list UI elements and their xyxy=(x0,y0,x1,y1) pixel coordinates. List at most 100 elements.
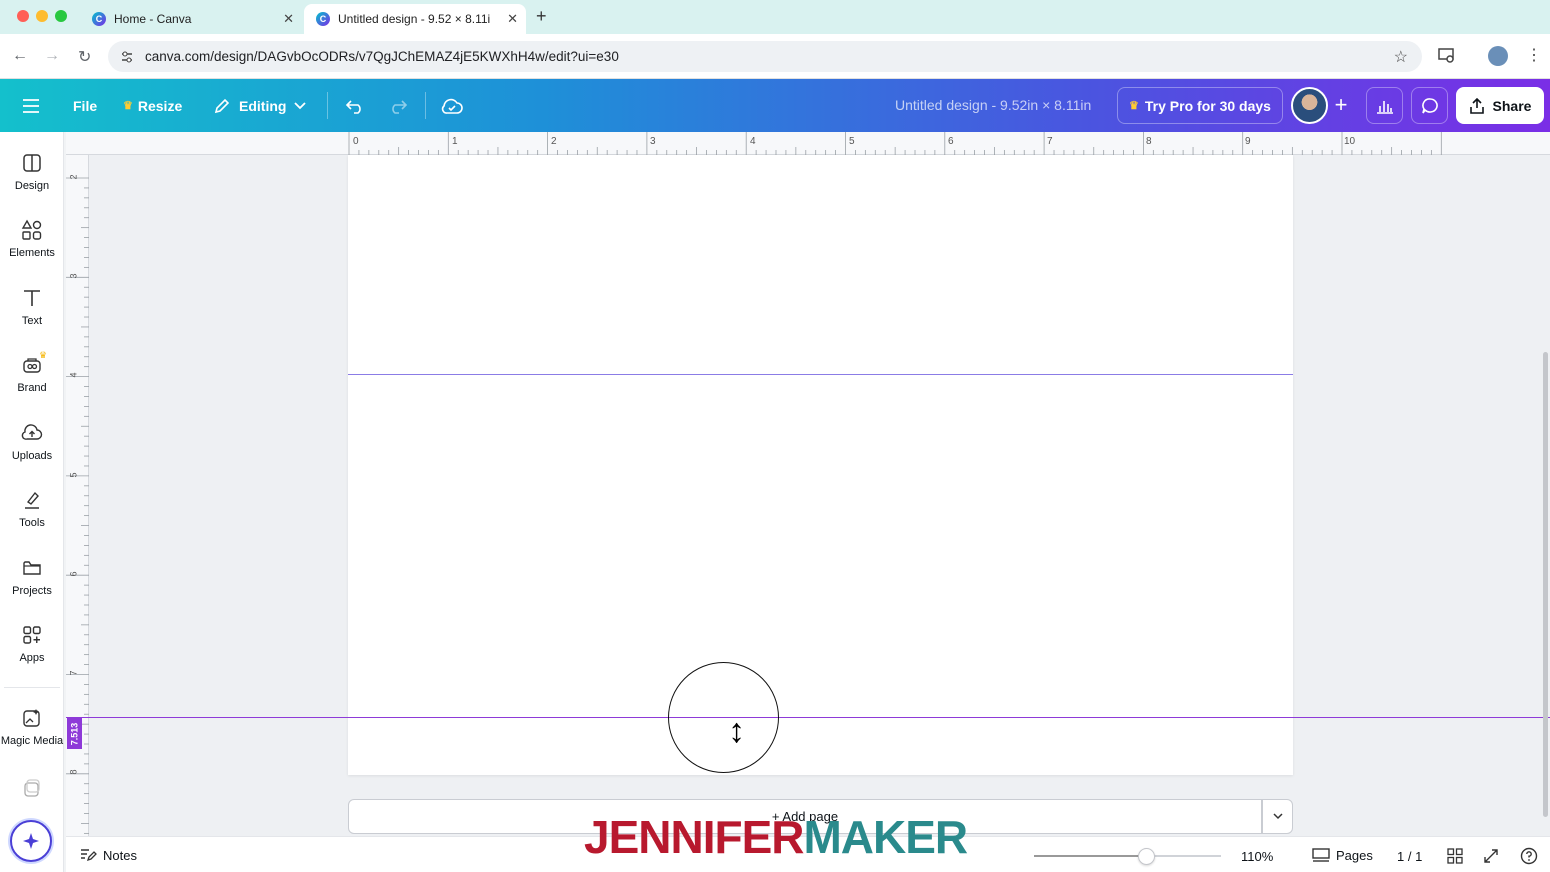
ruler-guide-line-active[interactable] xyxy=(66,717,1550,718)
profile-avatar-icon[interactable] xyxy=(1488,46,1508,66)
grid-view-icon[interactable] xyxy=(1447,848,1463,864)
file-menu-button[interactable]: File xyxy=(73,79,97,132)
maximize-window-button[interactable] xyxy=(55,10,67,22)
new-tab-button[interactable]: + xyxy=(536,6,547,27)
bar-chart-icon xyxy=(1376,100,1393,114)
resize-label: Resize xyxy=(137,97,183,114)
ruler-label: 7 xyxy=(1047,136,1053,147)
redo-button[interactable] xyxy=(388,79,408,132)
sidebar-item-label: Tools xyxy=(19,517,45,529)
guide-position-badge: 7.513 xyxy=(67,718,82,749)
tools-icon xyxy=(25,491,39,509)
sparkle-icon xyxy=(23,833,39,849)
ruler-label: 9 xyxy=(1245,136,1251,147)
close-window-button[interactable] xyxy=(17,10,29,22)
user-avatar[interactable] xyxy=(1291,87,1328,124)
sidebar-item-label: Elements xyxy=(9,247,55,259)
ruler-label: 5 xyxy=(68,472,79,478)
browser-tab-design[interactable]: C Untitled design - 9.52 × 8.11i ✕ xyxy=(304,4,526,34)
horizontal-ruler[interactable]: 0 1 2 3 4 5 6 7 8 9 10 xyxy=(66,132,1550,155)
save-status-button[interactable] xyxy=(441,79,463,132)
reload-icon[interactable]: ↻ xyxy=(78,47,91,67)
comment-icon xyxy=(1421,97,1438,113)
invite-plus-button[interactable]: + xyxy=(1325,89,1357,121)
comments-button[interactable] xyxy=(1411,87,1448,124)
cast-search-icon[interactable] xyxy=(1438,48,1456,64)
magic-assistant-button[interactable] xyxy=(10,820,52,862)
design-page[interactable] xyxy=(348,155,1293,775)
sidebar-item-projects[interactable]: Projects xyxy=(0,537,64,603)
browser-tab-home[interactable]: C Home - Canva ✕ xyxy=(80,4,302,34)
minimize-window-button[interactable] xyxy=(36,10,48,22)
uploads-icon xyxy=(21,424,43,440)
sidebar-item-elements[interactable]: Elements xyxy=(0,199,64,265)
add-page-options-button[interactable] xyxy=(1262,799,1293,834)
notes-button[interactable]: Notes xyxy=(79,847,137,863)
projects-icon xyxy=(23,561,41,575)
vertical-scrollbar[interactable] xyxy=(1543,352,1548,817)
close-tab-icon[interactable]: ✕ xyxy=(283,11,294,27)
cursor-highlight-ring xyxy=(668,662,779,773)
try-pro-button[interactable]: ♛ Try Pro for 30 days xyxy=(1117,87,1283,124)
editor-header: File ♛ Resize Editing Untitled design - … xyxy=(0,79,1550,132)
canva-favicon-icon: C xyxy=(316,12,330,26)
pages-label: Pages xyxy=(1336,847,1373,863)
sidebar-item-label: Uploads xyxy=(11,450,53,462)
watermark-part-1: JENNIFER xyxy=(584,811,804,863)
url-field[interactable]: canva.com/design/DAGvbOcODRs/v7QgJChEMAZ… xyxy=(108,41,1422,72)
cloud-check-icon xyxy=(441,98,463,114)
ruler-label: 4 xyxy=(68,372,79,378)
main-menu-button[interactable] xyxy=(22,79,40,132)
design-icon xyxy=(23,154,41,172)
browser-menu-icon[interactable]: ⋮ xyxy=(1526,45,1542,65)
page-counter: 1 / 1 xyxy=(1397,849,1423,864)
ruler-label: 10 xyxy=(1344,136,1356,147)
url-text: canva.com/design/DAGvbOcODRs/v7QgJChEMAZ… xyxy=(145,49,619,64)
elements-icon xyxy=(21,219,42,240)
close-tab-icon[interactable]: ✕ xyxy=(507,11,518,27)
insights-button[interactable] xyxy=(1366,87,1403,124)
editing-mode-button[interactable]: Editing xyxy=(213,79,307,132)
ruler-label: 0 xyxy=(353,136,359,147)
canva-favicon-icon: C xyxy=(92,12,106,26)
text-icon xyxy=(24,290,40,306)
resize-button[interactable]: ♛ Resize xyxy=(123,79,182,132)
bookmark-star-icon[interactable]: ☆ xyxy=(1394,47,1408,67)
ruler-label: 1 xyxy=(452,136,458,147)
sidebar-item-apps[interactable]: Apps xyxy=(0,604,64,670)
pencil-icon xyxy=(214,98,230,113)
address-bar: ← → ↻ canva.com/design/DAGvbOcODRs/v7QgJ… xyxy=(0,34,1550,79)
design-title[interactable]: Untitled design - 9.52in × 8.11in xyxy=(895,97,1091,113)
sidebar-item-text[interactable]: Text xyxy=(0,267,64,333)
sidebar-item-label: Brand xyxy=(17,382,47,394)
more-apps-icon[interactable] xyxy=(22,778,42,798)
back-icon[interactable]: ← xyxy=(12,47,28,65)
sidebar-item-brand[interactable]: ♛ Brand xyxy=(0,334,64,400)
chevron-down-icon xyxy=(294,101,307,109)
undo-icon xyxy=(345,99,361,114)
sidebar-item-uploads[interactable]: Uploads xyxy=(0,402,64,468)
ruler-guide-line[interactable] xyxy=(348,374,1293,375)
help-icon[interactable] xyxy=(1520,847,1538,865)
crown-icon: ♛ xyxy=(123,100,133,112)
sidebar-item-magic-media[interactable]: Magic Media xyxy=(0,687,64,759)
plus-icon: + xyxy=(1334,92,1348,117)
zoom-level[interactable]: 110% xyxy=(1241,849,1273,864)
undo-button[interactable] xyxy=(345,79,365,132)
watermark-part-2: MAKER xyxy=(803,811,968,863)
chevron-down-icon xyxy=(1272,813,1283,820)
ruler-label: 6 xyxy=(68,571,79,577)
sidebar-item-tools[interactable]: Tools xyxy=(0,469,64,535)
site-settings-icon[interactable] xyxy=(120,50,134,64)
pages-button[interactable]: Pages xyxy=(1312,847,1373,863)
sidebar-item-design[interactable]: Design xyxy=(0,132,64,198)
vertical-resize-cursor-icon: ↕ xyxy=(728,712,745,750)
divider xyxy=(425,92,426,119)
fullscreen-icon[interactable] xyxy=(1483,848,1499,864)
sidebar-item-label: Apps xyxy=(19,652,45,664)
sidebar-item-label: Text xyxy=(21,315,43,327)
forward-icon[interactable]: → xyxy=(44,47,60,65)
share-button[interactable]: Share xyxy=(1456,87,1544,124)
ruler-label: 8 xyxy=(68,769,79,775)
ruler-label: 7 xyxy=(68,670,79,676)
